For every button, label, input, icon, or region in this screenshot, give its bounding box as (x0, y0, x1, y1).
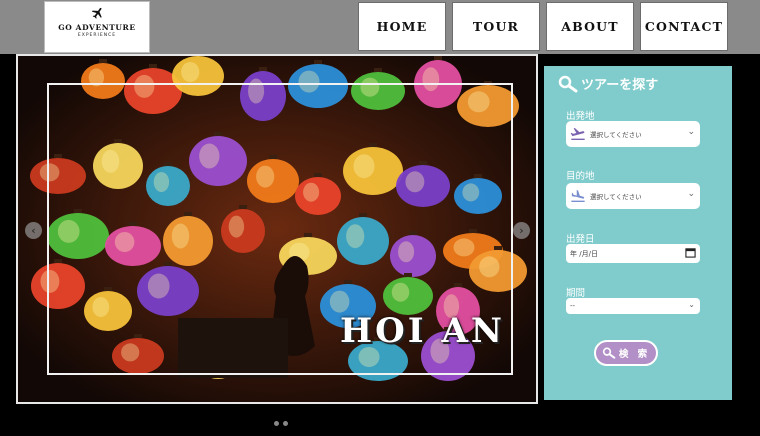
departure-placeholder: 選択してください (590, 131, 642, 139)
nav-home[interactable]: HOME (358, 2, 446, 51)
duration-label: 期間 (566, 288, 586, 299)
search-title-text: ツアーを探す (581, 78, 659, 93)
nav-about[interactable]: ABOUT (546, 2, 634, 51)
nav-tour[interactable]: TOUR (452, 2, 540, 51)
search-title: ツアーを探す (558, 74, 658, 93)
slide-dot[interactable] (283, 421, 288, 426)
departure-date-input[interactable]: 年 /月/日 (566, 244, 700, 263)
hero-slider: HOI AN ‹ › (16, 54, 538, 404)
chevron-down-icon: ⌄ (688, 300, 695, 309)
destination-placeholder: 選択してください (590, 193, 642, 201)
slide-dot[interactable] (274, 421, 279, 426)
logo-title: GO ADVENTURE (58, 23, 136, 32)
search-icon (602, 347, 616, 359)
tour-search-panel: ツアーを探す 出発地 選択してください ⌄ 目的地 選択してください ⌄ 出発日… (544, 66, 732, 400)
date-value: 年 /月/日 (570, 249, 598, 258)
nav-contact[interactable]: CONTACT (640, 2, 728, 51)
airplane-landing-icon (570, 188, 586, 204)
chevron-left-icon[interactable]: ‹ (25, 222, 42, 239)
departure-label: 出発地 (566, 111, 595, 122)
destination-select[interactable]: 選択してください ⌄ (566, 183, 700, 209)
slide-title: HOI AN (340, 311, 505, 351)
logo-subtitle: EXPERIENCE (77, 33, 117, 38)
airplane-takeoff-icon (570, 126, 586, 142)
chevron-down-icon: ⌄ (687, 189, 695, 199)
logo[interactable]: GO ADVENTURE EXPERIENCE (44, 1, 150, 53)
destination-label: 目的地 (566, 171, 595, 182)
airplane-icon (91, 7, 102, 19)
search-button[interactable]: 検 索 (594, 340, 658, 366)
slider-dots (274, 411, 292, 426)
calendar-icon[interactable] (685, 247, 696, 258)
duration-select[interactable]: -- ⌄ (566, 298, 700, 314)
site-header: GO ADVENTURE EXPERIENCE HOME TOUR ABOUT … (0, 0, 760, 54)
search-button-label: 検 索 (618, 349, 651, 360)
chevron-right-icon[interactable]: › (513, 222, 530, 239)
duration-value: -- (570, 302, 576, 310)
departure-select[interactable]: 選択してください ⌄ (566, 121, 700, 147)
chevron-down-icon: ⌄ (687, 127, 695, 137)
date-label: 出発日 (566, 234, 595, 245)
search-icon (558, 75, 578, 92)
